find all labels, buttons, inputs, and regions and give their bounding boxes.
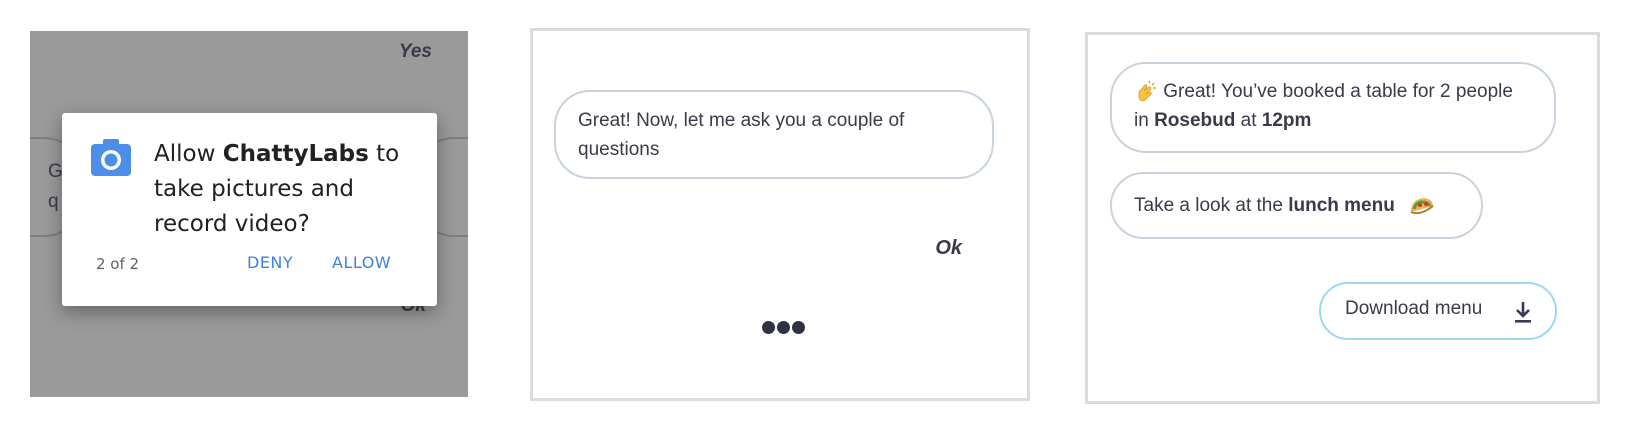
bubble-fragment-1: G — [48, 161, 63, 182]
bubble-fragment-2: q — [48, 191, 59, 212]
app-name: ChattyLabs — [222, 141, 369, 167]
download-icon — [1515, 302, 1531, 323]
menu-message-bubble: Take a look at the lunch menu — [1110, 172, 1483, 239]
allow-button[interactable]: ALLOW — [332, 253, 391, 272]
typing-dots-icon — [762, 321, 812, 337]
background-bubble-text: G q — [48, 157, 63, 217]
lunch-menu-link[interactable]: lunch menu — [1288, 195, 1395, 216]
bot-message-bubble: Great! Now, let me ask you a couple of q… — [554, 90, 994, 179]
menu-message-text: Take a look at the — [1134, 195, 1289, 216]
quick-reply-ok[interactable]: Ok — [935, 237, 962, 260]
message-prefix: Allow — [154, 141, 223, 167]
camera-icon — [91, 139, 131, 176]
background-reply-yes: Yes — [398, 41, 432, 62]
booking-confirmation-bubble: Great! You’ve booked a table for 2 peopl… — [1110, 62, 1556, 153]
taco-icon — [1410, 197, 1434, 215]
clapping-hands-icon — [1138, 80, 1156, 102]
chat-panel-questions: Great! Now, let me ask you a couple of q… — [530, 28, 1030, 401]
download-button-label: Download menu — [1345, 298, 1483, 319]
permission-dialog: Allow ChattyLabs to take pictures and re… — [62, 113, 437, 306]
booking-text-2: at — [1235, 110, 1262, 131]
permission-panel: Yes G q Ok Allow ChattyLabs to take pict… — [30, 31, 468, 397]
deny-button[interactable]: DENY — [247, 253, 293, 272]
chat-panel-booking: Great! You’ve booked a table for 2 peopl… — [1085, 32, 1600, 404]
download-menu-button[interactable]: Download menu — [1319, 282, 1557, 340]
permission-counter: 2 of 2 — [96, 255, 140, 273]
booking-time: 12pm — [1261, 110, 1312, 131]
restaurant-name: Rosebud — [1154, 110, 1236, 131]
permission-message: Allow ChattyLabs to take pictures and re… — [154, 137, 414, 242]
